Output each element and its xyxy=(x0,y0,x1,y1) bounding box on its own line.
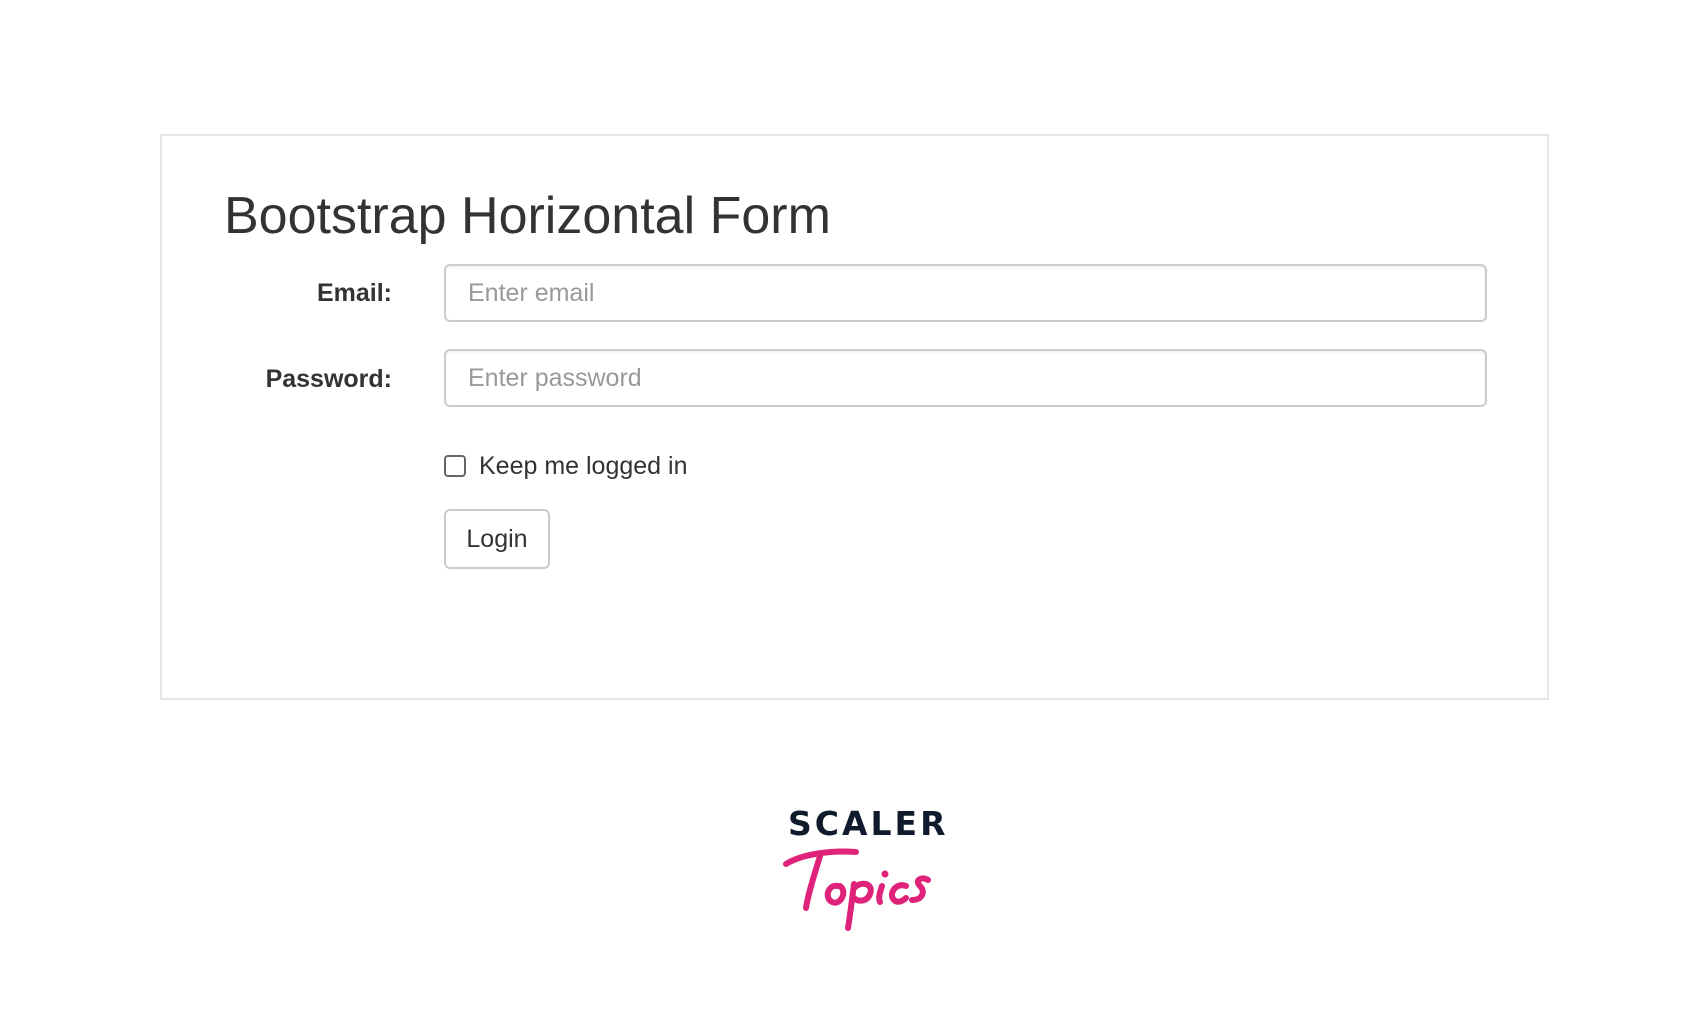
login-button[interactable]: Login xyxy=(444,509,550,569)
remember-row[interactable]: Keep me logged in xyxy=(444,449,687,483)
email-field[interactable] xyxy=(444,264,1487,322)
remember-label[interactable]: Keep me logged in xyxy=(479,452,687,481)
logo-topics-script xyxy=(783,848,931,931)
password-label: Password: xyxy=(265,365,392,393)
scaler-topics-logo: SCALER xyxy=(782,806,946,931)
remember-checkbox[interactable] xyxy=(444,455,466,477)
password-field[interactable] xyxy=(444,349,1487,407)
email-label: Email: xyxy=(316,279,392,307)
page-title: Bootstrap Horizontal Form xyxy=(224,187,831,245)
